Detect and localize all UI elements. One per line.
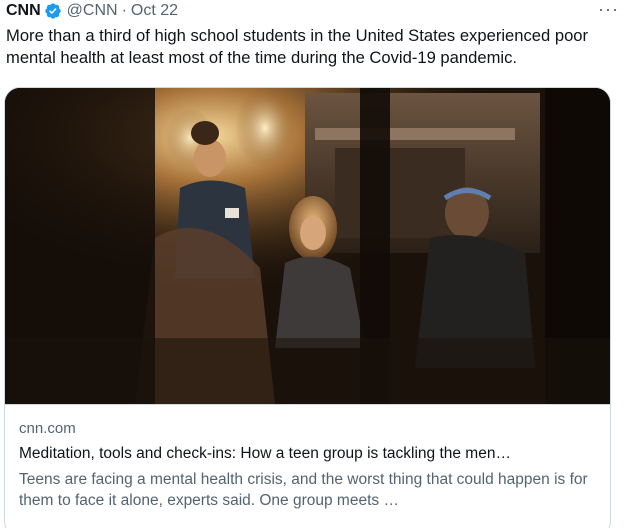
- card-description: Teens are facing a mental health crisis,…: [19, 471, 588, 509]
- card-body[interactable]: cnn.com Meditation, tools and check-ins:…: [5, 404, 610, 511]
- card-title[interactable]: Meditation, tools and check-ins: How a t…: [19, 443, 597, 465]
- tweet-text: More than a third of high school student…: [6, 26, 589, 67]
- author-name[interactable]: CNN: [6, 2, 41, 20]
- card-domain: cnn.com: [19, 420, 76, 437]
- tweet-date[interactable]: Oct 22: [131, 2, 178, 20]
- tweet-header: CNN @CNN · Oct 22: [6, 0, 178, 22]
- link-card[interactable]: cnn.com Meditation, tools and check-ins:…: [4, 87, 611, 528]
- verified-badge-icon: [44, 2, 62, 20]
- card-image[interactable]: [5, 88, 610, 404]
- more-dots-icon[interactable]: ···: [598, 0, 619, 18]
- header-separator: ·: [121, 2, 127, 19]
- author-handle[interactable]: @CNN: [67, 2, 118, 20]
